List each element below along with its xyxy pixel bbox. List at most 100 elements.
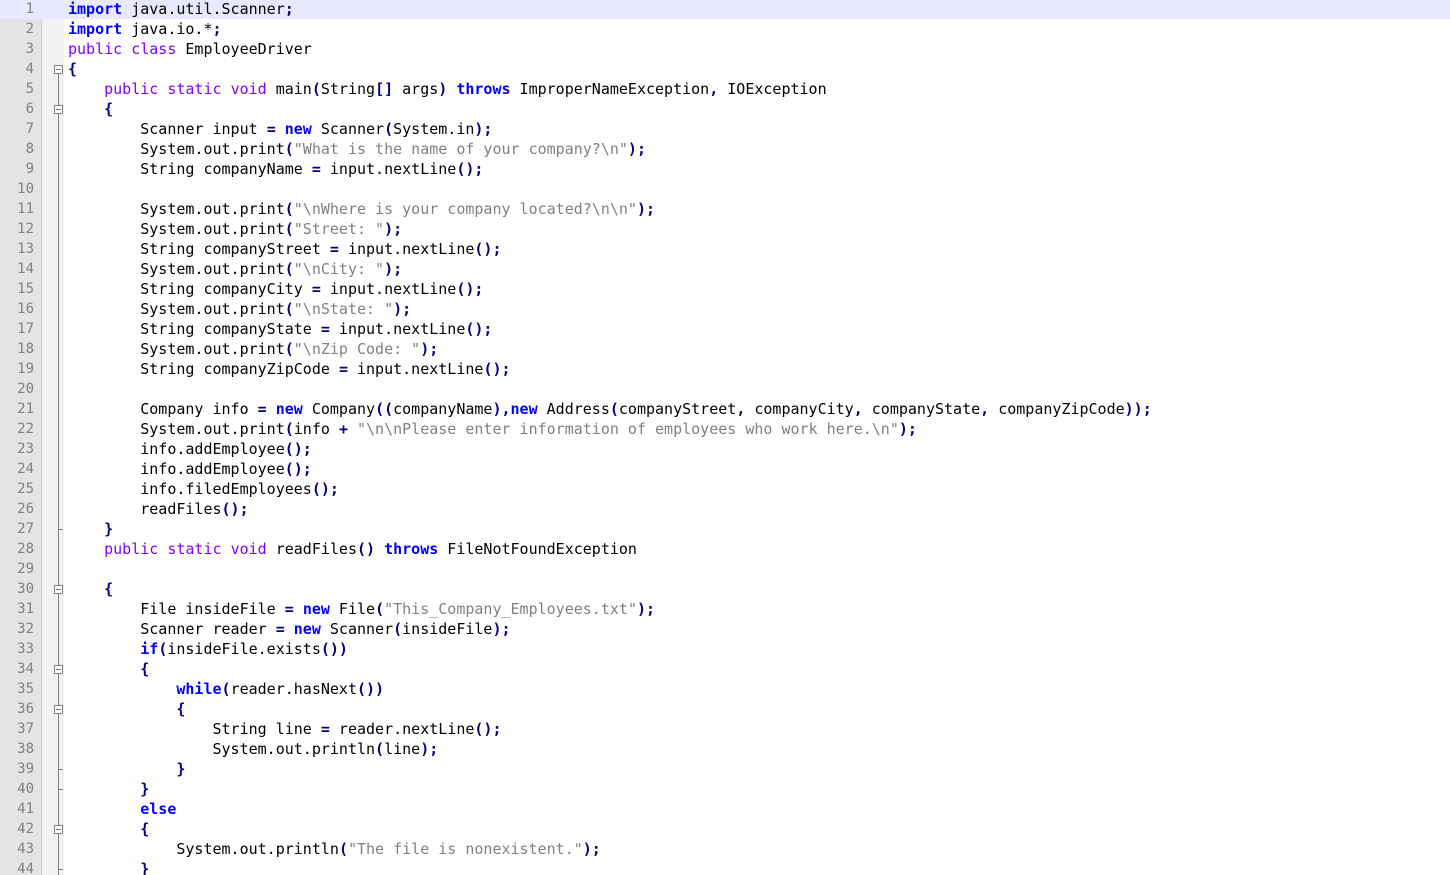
code-line[interactable]: 34 { <box>0 659 1450 679</box>
code-line[interactable]: 2 import java.io.*; <box>0 19 1450 39</box>
code-text[interactable]: readFiles(); <box>68 499 248 519</box>
code-text[interactable]: System.out.print("\nWhere is your compan… <box>68 199 655 219</box>
code-line[interactable]: 37 String line = reader.nextLine(); <box>0 719 1450 739</box>
line-number: 13 <box>17 241 34 257</box>
code-line[interactable]: 9 String companyName = input.nextLine(); <box>0 159 1450 179</box>
code-text[interactable]: Scanner reader = new Scanner(insideFile)… <box>68 619 510 639</box>
code-text[interactable]: System.out.println(line); <box>68 739 438 759</box>
code-text[interactable]: { <box>68 59 77 79</box>
code-line[interactable]: 32 Scanner reader = new Scanner(insideFi… <box>0 619 1450 639</box>
code-text[interactable]: public static void readFiles() throws Fi… <box>68 539 637 559</box>
code-line[interactable]: 11 System.out.print("\nWhere is your com… <box>0 199 1450 219</box>
code-text[interactable]: import java.util.Scanner; <box>68 0 294 19</box>
code-line[interactable]: 25 info.filedEmployees(); <box>0 479 1450 499</box>
code-line[interactable]: 30 { <box>0 579 1450 599</box>
code-text[interactable]: info.addEmployee(); <box>68 439 312 459</box>
code-line[interactable]: 38 System.out.println(line); <box>0 739 1450 759</box>
code-line[interactable]: 42 { <box>0 819 1450 839</box>
code-line[interactable]: 16 System.out.print("\nState: "); <box>0 299 1450 319</box>
code-line[interactable]: 14 System.out.print("\nCity: "); <box>0 259 1450 279</box>
code-line[interactable]: 22 System.out.print(info + "\n\nPlease e… <box>0 419 1450 439</box>
fold-toggle-icon[interactable] <box>54 105 63 114</box>
line-number: 15 <box>17 281 34 297</box>
code-line[interactable]: 15 String companyCity = input.nextLine()… <box>0 279 1450 299</box>
fold-toggle-icon[interactable] <box>54 665 63 674</box>
code-line[interactable]: 6 { <box>0 99 1450 119</box>
code-text[interactable]: } <box>68 779 149 799</box>
code-text[interactable]: { <box>68 659 149 679</box>
code-line[interactable]: 10 <box>0 179 1450 199</box>
fold-toggle-icon[interactable] <box>54 825 63 834</box>
code-line[interactable]: 20 <box>0 379 1450 399</box>
code-line[interactable]: 1 import java.util.Scanner; <box>0 0 1450 19</box>
code-text[interactable]: System.out.print("\nState: "); <box>68 299 411 319</box>
code-text[interactable]: System.out.print("\nCity: "); <box>68 259 402 279</box>
code-line[interactable]: 4{ <box>0 59 1450 79</box>
code-text[interactable]: else <box>68 799 176 819</box>
code-text[interactable]: System.out.println("The file is nonexist… <box>68 839 600 859</box>
code-text[interactable]: { <box>68 579 113 599</box>
line-number: 40 <box>17 781 34 797</box>
code-line[interactable]: 26 readFiles(); <box>0 499 1450 519</box>
code-text[interactable]: { <box>68 819 149 839</box>
code-text[interactable]: import java.io.*; <box>68 19 222 39</box>
code-text[interactable]: } <box>68 859 149 875</box>
code-text[interactable]: String companyCity = input.nextLine(); <box>68 279 483 299</box>
code-line[interactable]: 29 <box>0 559 1450 579</box>
code-line[interactable]: 40 } <box>0 779 1450 799</box>
code-line[interactable]: 5 public static void main(String[] args)… <box>0 79 1450 99</box>
code-line[interactable]: 39 } <box>0 759 1450 779</box>
code-text[interactable]: System.out.print(info + "\n\nPlease ente… <box>68 419 917 439</box>
line-number: 44 <box>17 861 34 875</box>
code-line[interactable]: 43 System.out.println("The file is nonex… <box>0 839 1450 859</box>
code-line[interactable]: 24 info.addEmployee(); <box>0 459 1450 479</box>
code-line[interactable]: 7 Scanner input = new Scanner(System.in)… <box>0 119 1450 139</box>
code-text[interactable]: { <box>68 99 113 119</box>
code-line[interactable]: 36 { <box>0 699 1450 719</box>
line-number: 3 <box>25 41 34 57</box>
code-text[interactable]: { <box>68 699 185 719</box>
line-number: 26 <box>17 501 34 517</box>
code-text[interactable]: while(reader.hasNext()) <box>68 679 384 699</box>
code-line[interactable]: 35 while(reader.hasNext()) <box>0 679 1450 699</box>
code-line[interactable]: 18 System.out.print("\nZip Code: "); <box>0 339 1450 359</box>
code-line[interactable]: 27 } <box>0 519 1450 539</box>
code-text[interactable]: public static void main(String[] args) t… <box>68 79 827 99</box>
code-text[interactable]: String line = reader.nextLine(); <box>68 719 501 739</box>
code-line[interactable]: 19 String companyZipCode = input.nextLin… <box>0 359 1450 379</box>
code-line[interactable]: 21 Company info = new Company((companyNa… <box>0 399 1450 419</box>
code-text[interactable]: } <box>68 759 185 779</box>
code-text[interactable]: if(insideFile.exists()) <box>68 639 348 659</box>
fold-toggle-icon[interactable] <box>54 585 63 594</box>
fold-toggle-icon[interactable] <box>54 65 63 74</box>
code-text[interactable]: Company info = new Company((companyName)… <box>68 399 1152 419</box>
code-text[interactable]: String companyZipCode = input.nextLine()… <box>68 359 510 379</box>
line-number: 9 <box>25 161 34 177</box>
code-text[interactable]: String companyName = input.nextLine(); <box>68 159 483 179</box>
code-text[interactable]: public class EmployeeDriver <box>68 39 312 59</box>
code-line[interactable]: 13 String companyStreet = input.nextLine… <box>0 239 1450 259</box>
code-line[interactable]: 8 System.out.print("What is the name of … <box>0 139 1450 159</box>
code-editor[interactable]: 1 import java.util.Scanner; 2 import java.i… <box>0 0 1450 875</box>
code-text[interactable]: System.out.print("Street: "); <box>68 219 402 239</box>
fold-toggle-icon[interactable] <box>54 705 63 714</box>
code-text[interactable]: Scanner input = new Scanner(System.in); <box>68 119 492 139</box>
code-text[interactable]: System.out.print("What is the name of yo… <box>68 139 646 159</box>
code-text[interactable]: info.filedEmployees(); <box>68 479 339 499</box>
code-line[interactable]: 44 } <box>0 859 1450 875</box>
code-line[interactable]: 33 if(insideFile.exists()) <box>0 639 1450 659</box>
code-text[interactable]: System.out.print("\nZip Code: "); <box>68 339 438 359</box>
code-text[interactable]: info.addEmployee(); <box>68 459 312 479</box>
code-line[interactable]: 12 System.out.print("Street: "); <box>0 219 1450 239</box>
code-text[interactable]: } <box>68 519 113 539</box>
code-text[interactable]: File insideFile = new File("This_Company… <box>68 599 655 619</box>
code-line[interactable]: 41 else <box>0 799 1450 819</box>
code-line[interactable]: 28 public static void readFiles() throws… <box>0 539 1450 559</box>
code-line[interactable]: 31 File insideFile = new File("This_Comp… <box>0 599 1450 619</box>
code-line[interactable]: 17 String companyState = input.nextLine(… <box>0 319 1450 339</box>
code-line[interactable]: 23 info.addEmployee(); <box>0 439 1450 459</box>
code-line[interactable]: 3 public class EmployeeDriver <box>0 39 1450 59</box>
code-text[interactable]: String companyState = input.nextLine(); <box>68 319 492 339</box>
fold-end-marker <box>58 769 63 770</box>
code-text[interactable]: String companyStreet = input.nextLine(); <box>68 239 501 259</box>
